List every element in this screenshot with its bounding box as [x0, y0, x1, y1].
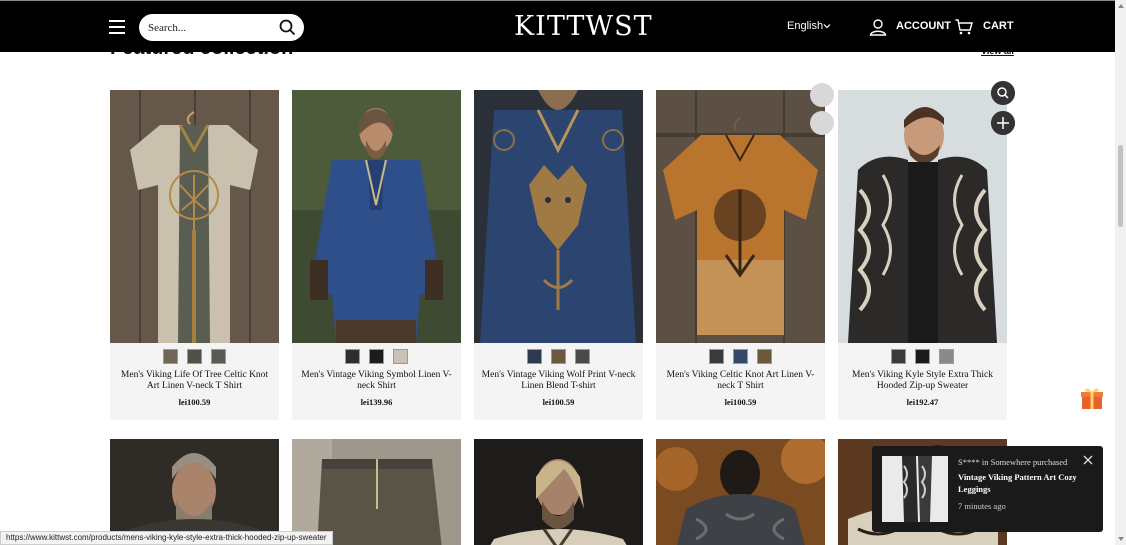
page-scrollbar[interactable] [1115, 0, 1126, 545]
product-image[interactable] [474, 90, 643, 343]
product-card[interactable] [474, 439, 643, 545]
color-swatches [474, 349, 643, 364]
search-icon[interactable] [279, 19, 296, 36]
cart-icon[interactable] [955, 19, 973, 35]
product-price: lei100.59 [724, 397, 757, 407]
product-image[interactable] [110, 90, 279, 343]
close-icon[interactable] [1083, 455, 1093, 465]
color-swatch[interactable] [527, 349, 542, 364]
product-name[interactable]: Men's Vintage Viking Symbol Linen V-neck… [296, 370, 457, 392]
color-swatches [656, 349, 825, 364]
color-swatch[interactable] [551, 349, 566, 364]
color-swatch[interactable] [709, 349, 724, 364]
product-price: lei139.96 [360, 397, 393, 407]
product-image[interactable] [110, 439, 279, 545]
color-swatch[interactable] [733, 349, 748, 364]
product-price: lei100.59 [178, 397, 211, 407]
product-image[interactable] [838, 90, 1007, 343]
product-name[interactable]: Men's Viking Celtic Knot Art Linen V-nec… [660, 370, 821, 392]
product-card[interactable]: Men's Viking Celtic Knot Art Linen V-nec… [656, 90, 825, 420]
color-swatch[interactable] [345, 349, 360, 364]
notification-time: 7 minutes ago [958, 501, 1006, 511]
notification-product-image[interactable] [882, 456, 948, 522]
color-swatch[interactable] [211, 349, 226, 364]
product-card[interactable] [656, 439, 825, 545]
site-logo[interactable]: KITTWST [514, 11, 653, 42]
language-selector[interactable]: English [787, 20, 823, 32]
product-image[interactable] [656, 90, 825, 343]
color-swatch[interactable] [575, 349, 590, 364]
product-name[interactable]: Men's Vintage Viking Wolf Print V-neck L… [478, 370, 639, 392]
color-swatch[interactable] [187, 349, 202, 364]
notification-buyer: S**** in Somewhere purchased [958, 457, 1068, 467]
quick-view-icon[interactable] [991, 81, 1015, 105]
color-swatches [292, 349, 461, 364]
color-swatch[interactable] [393, 349, 408, 364]
add-to-cart-plus-icon[interactable] [991, 111, 1015, 135]
site-header: KITTWST English ACCOUNT CART [0, 0, 1115, 52]
product-name[interactable]: Men's Viking Life Of Tree Celtic Knot Ar… [114, 370, 275, 392]
product-card[interactable]: Men's Vintage Viking Symbol Linen V-neck… [292, 90, 461, 420]
add-ghost [810, 111, 834, 135]
chevron-down-icon[interactable] [823, 22, 831, 30]
product-image[interactable] [656, 439, 825, 545]
scroll-up-arrow[interactable] [1118, 4, 1124, 8]
product-card[interactable] [110, 439, 279, 545]
product-image[interactable] [474, 439, 643, 545]
search-bar [139, 14, 304, 41]
account-icon[interactable] [869, 18, 887, 36]
color-swatch[interactable] [369, 349, 384, 364]
quick-view-ghost [810, 83, 834, 107]
product-image[interactable] [292, 90, 461, 343]
notification-product-name[interactable]: Vintage Viking Pattern Art Cozy Leggings [958, 471, 1083, 495]
color-swatches [838, 349, 1007, 364]
product-name[interactable]: Men's Viking Kyle Style Extra Thick Hood… [842, 370, 1003, 392]
product-price: lei192.47 [906, 397, 939, 407]
product-image[interactable] [292, 439, 461, 545]
scroll-thumb[interactable] [1118, 145, 1123, 227]
color-swatch[interactable] [915, 349, 930, 364]
product-card[interactable]: Men's Viking Life Of Tree Celtic Knot Ar… [110, 90, 279, 420]
product-card[interactable] [292, 439, 461, 545]
cart-link[interactable]: CART [983, 20, 1014, 32]
product-price: lei100.59 [542, 397, 575, 407]
scroll-down-arrow[interactable] [1118, 537, 1124, 541]
gift-icon[interactable] [1080, 386, 1104, 410]
color-swatches [110, 349, 279, 364]
page: Featured collection View all KITTWST Eng… [0, 0, 1126, 545]
hamburger-menu-icon[interactable] [109, 20, 125, 34]
product-card[interactable]: Men's Viking Kyle Style Extra Thick Hood… [838, 90, 1007, 420]
account-link[interactable]: ACCOUNT [896, 20, 951, 32]
purchase-notification[interactable]: S**** in Somewhere purchased Vintage Vik… [872, 446, 1103, 532]
color-swatch[interactable] [163, 349, 178, 364]
color-swatch[interactable] [757, 349, 772, 364]
search-input[interactable] [148, 19, 268, 36]
color-swatch[interactable] [939, 349, 954, 364]
product-card[interactable]: Men's Vintage Viking Wolf Print V-neck L… [474, 90, 643, 420]
status-bar-url: https://www.kittwst.com/products/mens-vi… [0, 531, 333, 545]
color-swatch[interactable] [891, 349, 906, 364]
